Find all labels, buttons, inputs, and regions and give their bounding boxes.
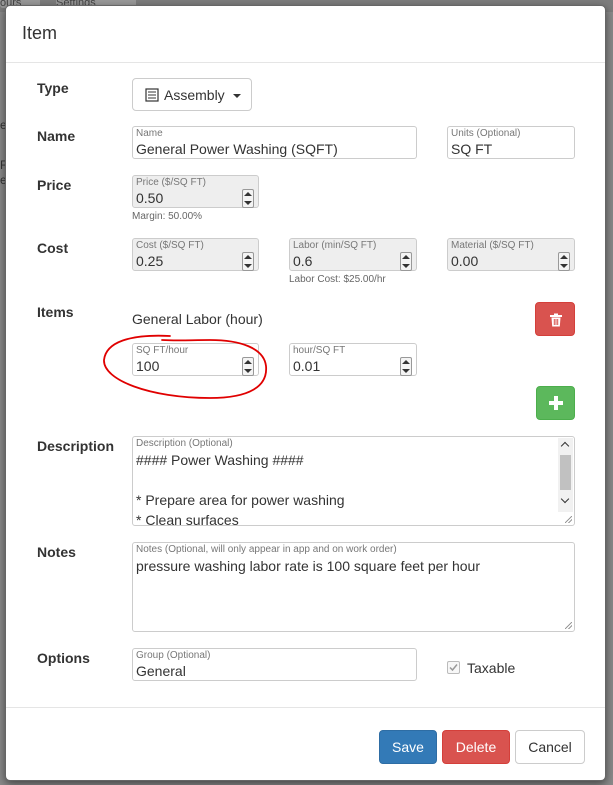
resize-handle-icon[interactable]	[565, 622, 572, 629]
name-field[interactable]: Name General Power Washing (SQFT)	[132, 126, 417, 159]
list-icon	[145, 88, 159, 102]
per-spinner[interactable]	[400, 357, 412, 376]
type-label: Type	[37, 80, 69, 96]
material-field[interactable]: Material ($/SQ FT) 0.00	[447, 238, 575, 271]
labor-field[interactable]: Labor (min/SQ FT) 0.6	[289, 238, 417, 271]
cost-field-label: Cost ($/SQ FT)	[136, 240, 204, 251]
price-field[interactable]: Price ($/SQ FT) 0.50	[132, 175, 259, 208]
labor-field-label: Labor (min/SQ FT)	[293, 240, 377, 251]
description-line: * Prepare area for power washing	[136, 492, 345, 508]
notes-value: pressure washing labor rate is 100 squar…	[136, 558, 480, 574]
modal-header: Item	[6, 6, 605, 63]
units-field-label: Units (Optional)	[451, 128, 521, 139]
save-button[interactable]: Save	[379, 730, 437, 764]
plus-icon	[549, 396, 563, 410]
modal-footer: Save Delete Cancel	[6, 707, 605, 780]
cost-spinner[interactable]	[242, 252, 254, 271]
price-field-value: 0.50	[136, 190, 164, 206]
check-icon	[449, 664, 458, 672]
units-field[interactable]: Units (Optional) SQ FT	[447, 126, 575, 159]
taxable-checkbox[interactable]	[447, 661, 460, 674]
scroll-down-icon[interactable]	[560, 494, 570, 504]
group-field[interactable]: Group (Optional) General	[132, 648, 417, 681]
taxable-label: Taxable	[467, 660, 516, 676]
items-label: Items	[37, 304, 74, 320]
per-field-label: hour/SQ FT	[293, 345, 346, 356]
annotation-circle	[103, 334, 267, 399]
notes-field-label: Notes (Optional, will only appear in app…	[136, 544, 397, 555]
group-field-value: General	[136, 663, 186, 679]
item-name: General Labor (hour)	[132, 311, 263, 327]
description-textarea[interactable]: Description (Optional) #### Power Washin…	[132, 436, 575, 526]
cost-field-value: 0.25	[136, 253, 164, 269]
add-item-button[interactable]	[536, 386, 575, 420]
name-label: Name	[37, 128, 76, 144]
type-value: Assembly	[164, 87, 225, 103]
price-label: Price	[37, 177, 72, 193]
name-field-label: Name	[136, 128, 163, 139]
caret-down-icon	[233, 94, 241, 98]
modal-title: Item	[22, 23, 58, 43]
units-field-value: SQ FT	[451, 141, 493, 157]
description-field-label: Description (Optional)	[136, 438, 233, 449]
labor-field-value: 0.6	[293, 253, 313, 269]
per-field[interactable]: hour/SQ FT 0.01	[289, 343, 417, 376]
resize-handle-icon[interactable]	[565, 516, 572, 523]
delete-item-button[interactable]	[535, 302, 575, 336]
item-modal: Item Type Assembly Name Name General Pow…	[5, 5, 606, 781]
scroll-up-icon[interactable]	[560, 441, 570, 451]
trash-icon	[550, 313, 562, 327]
price-margin: Margin: 50.00%	[132, 211, 203, 222]
name-field-value: General Power Washing (SQFT)	[136, 141, 338, 157]
material-field-label: Material ($/SQ FT)	[451, 240, 534, 251]
cost-label: Cost	[37, 240, 69, 256]
description-line: #### Power Washing ####	[136, 452, 304, 468]
material-field-value: 0.00	[451, 253, 479, 269]
price-field-label: Price ($/SQ FT)	[136, 177, 207, 188]
labor-cost-hint: Labor Cost: $25.00/hr	[289, 274, 386, 285]
description-label: Description	[37, 438, 115, 454]
notes-textarea[interactable]: Notes (Optional, will only appear in app…	[132, 542, 575, 632]
description-line: * Clean surfaces	[136, 512, 239, 526]
scrollbar-thumb[interactable]	[560, 455, 571, 490]
price-spinner[interactable]	[242, 189, 254, 208]
labor-spinner[interactable]	[400, 252, 412, 271]
group-field-label: Group (Optional)	[136, 650, 211, 661]
notes-label: Notes	[37, 544, 76, 560]
per-field-value: 0.01	[293, 358, 321, 374]
options-label: Options	[37, 650, 90, 666]
delete-button[interactable]: Delete	[442, 730, 510, 764]
type-dropdown-button[interactable]: Assembly	[132, 78, 252, 111]
material-spinner[interactable]	[558, 252, 570, 271]
cost-field[interactable]: Cost ($/SQ FT) 0.25	[132, 238, 259, 271]
cancel-button[interactable]: Cancel	[515, 730, 585, 764]
description-scrollbar[interactable]	[558, 438, 573, 512]
